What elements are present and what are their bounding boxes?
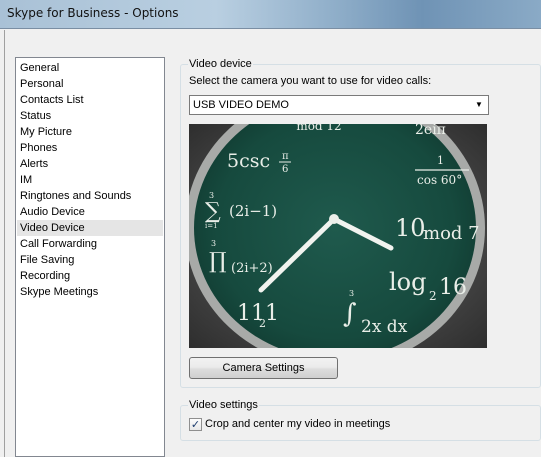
options-category-list[interactable]: General Personal Contacts List Status My… xyxy=(15,57,165,457)
preview-text-sum-bottom: i=1 xyxy=(205,222,218,230)
sidebar-item-alerts[interactable]: Alerts xyxy=(17,156,163,172)
camera-select-value: USB VIDEO DEMO xyxy=(193,99,289,111)
sidebar-item-general[interactable]: General xyxy=(17,60,163,76)
preview-text-integral-expr: 2x dx xyxy=(361,317,408,337)
preview-text-upper-left-frac-num: π xyxy=(282,151,289,162)
video-settings-group-title: Video settings xyxy=(188,399,259,411)
sidebar-item-my-picture[interactable]: My Picture xyxy=(17,124,163,140)
sidebar-item-status[interactable]: Status xyxy=(17,108,163,124)
integral-icon: ∫ xyxy=(343,299,357,329)
sum-icon: ∑ xyxy=(205,199,221,224)
title-bar: Skype for Business - Options xyxy=(0,0,541,28)
preview-text-upper-left: 5csc xyxy=(227,150,270,172)
preview-text-upper-left-frac-den: 6 xyxy=(282,164,288,175)
preview-text-right-upper-den: cos 60° xyxy=(417,173,462,187)
preview-text-right-upper-num: 1 xyxy=(437,154,444,167)
window-title: Skype for Business - Options xyxy=(7,6,179,20)
sidebar-item-phones[interactable]: Phones xyxy=(17,140,163,156)
sidebar-item-skype-meetings[interactable]: Skype Meetings xyxy=(17,284,163,300)
crop-center-video-checkbox[interactable]: ✓ xyxy=(189,418,202,431)
camera-preview-image: mod 12 2eiπ 5csc π 6 1 cos 60° 3 ∑ i=1 (… xyxy=(189,124,487,348)
preview-text-bottom-left: 111 xyxy=(237,301,279,326)
sidebar-item-recording[interactable]: Recording xyxy=(17,268,163,284)
sidebar-item-audio-device[interactable]: Audio Device xyxy=(17,204,163,220)
chevron-down-icon[interactable]: ▼ xyxy=(472,98,486,112)
sidebar-item-im[interactable]: IM xyxy=(17,172,163,188)
sidebar-item-video-device[interactable]: Video Device xyxy=(17,220,163,236)
preview-text-bottom-left-sub: 2 xyxy=(259,317,266,330)
camera-settings-button[interactable]: Camera Settings xyxy=(189,357,338,379)
preview-text-top: mod 12 xyxy=(296,124,341,133)
camera-select[interactable]: USB VIDEO DEMO ▼ xyxy=(189,95,489,115)
preview-text-integral-top: 3 xyxy=(349,289,354,298)
crop-center-video-label[interactable]: Crop and center my video in meetings xyxy=(205,418,390,430)
preview-text-right-mid-suffix: mod 7 xyxy=(423,223,480,244)
sidebar-item-contacts-list[interactable]: Contacts List xyxy=(17,92,163,108)
preview-text-sum-expr: (2i−1) xyxy=(229,202,277,220)
preview-text-upper-right: 2eiπ xyxy=(415,124,446,138)
preview-text-right-lower-val: 16 xyxy=(439,275,467,300)
preview-text-right-mid: 10 xyxy=(395,214,426,242)
product-icon: ∏ xyxy=(209,249,227,274)
preview-text-right-lower: log xyxy=(389,268,427,296)
sidebar-item-call-forwarding[interactable]: Call Forwarding xyxy=(17,236,163,252)
camera-select-prompt: Select the camera you want to use for vi… xyxy=(189,75,432,87)
preview-text-prod-top: 3 xyxy=(211,239,216,248)
sidebar-item-file-saving[interactable]: File Saving xyxy=(17,252,163,268)
sidebar-item-ringtones-and-sounds[interactable]: Ringtones and Sounds xyxy=(17,188,163,204)
preview-text-right-lower-sub: 2 xyxy=(429,289,437,303)
video-device-group-title: Video device xyxy=(188,58,253,70)
camera-preview: mod 12 2eiπ 5csc π 6 1 cos 60° 3 ∑ i=1 (… xyxy=(189,124,487,348)
sidebar-item-personal[interactable]: Personal xyxy=(17,76,163,92)
preview-text-prod-expr: (2i+2) xyxy=(231,261,273,276)
